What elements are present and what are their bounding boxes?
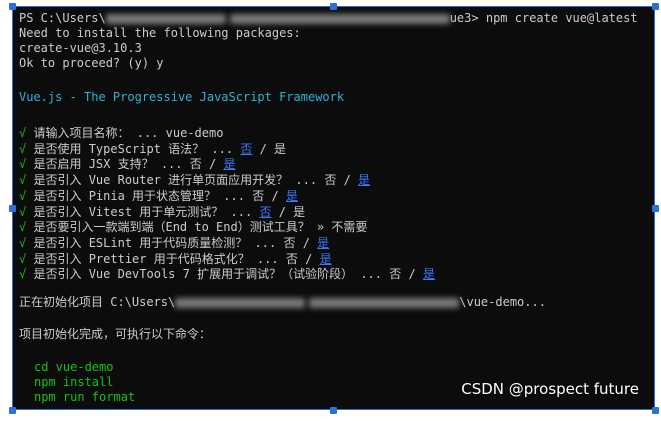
- output-line: Ok to proceed? (y) y: [19, 56, 164, 70]
- question-label: 是否引入 Vue DevTools 7 扩展用于调试？（试验阶段）: [33, 267, 354, 282]
- question-label: 是否引入 ESLint 用于代码质量检测？: [33, 235, 248, 250]
- question-dots: ...: [295, 173, 318, 188]
- init-line: 正在初始化项目 C:\Users\ \vue-demo...: [19, 295, 546, 310]
- resize-handle[interactable]: [9, 205, 16, 212]
- option-yes: 是: [293, 204, 306, 219]
- option-separator: /: [209, 157, 217, 172]
- check-icon: √: [19, 173, 27, 188]
- option-no: 否: [189, 157, 202, 172]
- prompt-text: PS C:\Users\: [19, 11, 106, 25]
- question-dots: ...: [256, 251, 279, 266]
- resize-handle[interactable]: [652, 407, 659, 414]
- option-no: 否: [283, 235, 296, 250]
- question-dots: ...: [254, 235, 277, 250]
- question-line: √ 是否引入 Vue DevTools 7 扩展用于调试？（试验阶段） ... …: [19, 267, 435, 282]
- question-answer: vue-demo: [165, 126, 224, 140]
- option-separator: /: [343, 173, 351, 188]
- question-label: 是否引入 Vitest 用于单元测试？: [33, 204, 224, 219]
- command-text: npm create vue@latest: [485, 11, 638, 25]
- check-icon: √: [19, 126, 27, 140]
- option-separator: /: [305, 251, 313, 266]
- option-no: 否: [324, 173, 337, 188]
- question-dots: ...: [211, 141, 234, 156]
- question-dots: ...: [136, 126, 159, 140]
- resize-handle[interactable]: [652, 205, 659, 212]
- option-separator: /: [408, 267, 416, 282]
- question-label: 是否引入 Pinia 用于状态管理？: [33, 188, 217, 203]
- resize-handle[interactable]: [330, 3, 337, 10]
- redacted-path: [105, 13, 226, 24]
- question-line: √ 是否引入 Vitest 用于单元测试？ ... 否 / 是: [19, 205, 305, 220]
- redacted-path: [229, 13, 450, 24]
- check-icon: √: [19, 251, 27, 266]
- vue-banner: Vue.js - The Progressive JavaScript Fram…: [19, 90, 345, 104]
- option-yes: 是: [317, 235, 330, 250]
- question-label: 是否引入 Prettier 用于代码格式化？: [33, 251, 250, 266]
- question-line: √ 请输入项目名称： ... vue-demo: [19, 126, 223, 141]
- option-no: 否: [252, 188, 265, 203]
- init-prefix: 正在初始化项目 C:\Users\: [19, 295, 176, 309]
- question-label: 是否使用 TypeScript 语法？: [33, 141, 205, 156]
- redacted-path: [175, 297, 306, 308]
- prompt-line: PS C:\Users\ ue3> npm create vue@latest: [19, 11, 638, 26]
- option-yes: 是: [285, 188, 298, 203]
- option-no: 否: [259, 204, 272, 219]
- resize-handle[interactable]: [652, 3, 659, 10]
- option-separator: /: [302, 235, 310, 250]
- done-line: 项目初始化完成，可执行以下命令：: [19, 327, 212, 341]
- question-line: √ 是否要引入一款端到端（End to End）测试工具？ » 不需要: [19, 220, 367, 235]
- option-yes: 是: [422, 267, 435, 282]
- resize-handle[interactable]: [330, 407, 337, 414]
- option-yes: 是: [358, 173, 371, 188]
- question-line: √ 是否引入 Prettier 用于代码格式化？ ... 否 / 是: [19, 252, 332, 267]
- question-label: 是否要引入一款端到端（End to End）测试工具？: [33, 220, 310, 235]
- check-icon: √: [19, 157, 27, 172]
- option-yes: 是: [223, 157, 236, 172]
- question-line: √ 是否启用 JSX 支持？ ... 否 / 是: [19, 157, 235, 172]
- prompt-tail: ue3>: [449, 11, 479, 25]
- option-separator: /: [271, 188, 279, 203]
- option-yes: 是: [319, 251, 332, 266]
- check-icon: √: [19, 188, 27, 203]
- question-answer: 不需要: [331, 220, 368, 235]
- question-line: √ 是否使用 TypeScript 语法？ ... 否 / 是: [19, 142, 286, 157]
- output-line: Need to install the following packages:: [19, 26, 301, 40]
- question-label: 请输入项目名称：: [33, 126, 130, 140]
- resize-handle[interactable]: [9, 407, 16, 414]
- csdn-watermark: CSDN @prospect future: [461, 380, 639, 398]
- check-icon: √: [19, 235, 27, 250]
- option-no: 否: [389, 267, 402, 282]
- redacted-path: [309, 297, 460, 308]
- check-icon: √: [19, 220, 27, 235]
- question-dots: ...: [160, 157, 183, 172]
- option-yes: 是: [274, 141, 287, 156]
- option-no: 否: [240, 141, 253, 156]
- command-cd: cd vue-demo: [34, 360, 114, 374]
- output-line: create-vue@3.10.3: [19, 41, 142, 55]
- question-dots: ...: [223, 188, 245, 203]
- question-label: 是否启用 JSX 支持？: [33, 157, 154, 172]
- resize-handle[interactable]: [9, 3, 16, 10]
- check-icon: √: [19, 267, 27, 282]
- command-install: npm install: [34, 375, 114, 389]
- question-line: √ 是否引入 ESLint 用于代码质量检测？ ... 否 / 是: [19, 236, 329, 251]
- question-dots: ...: [360, 267, 382, 282]
- option-separator: /: [259, 141, 267, 156]
- question-line: √ 是否引入 Pinia 用于状态管理？ ... 否 / 是: [19, 189, 298, 204]
- question-dots: »: [316, 220, 325, 235]
- terminal-window[interactable]: PS C:\Users\ ue3> npm create vue@latest N…: [12, 6, 655, 410]
- check-icon: √: [19, 141, 27, 156]
- check-icon: √: [19, 204, 27, 219]
- init-suffix: \vue-demo...: [459, 295, 546, 309]
- question-line: √ 是否引入 Vue Router 进行单页面应用开发？ ... 否 / 是: [19, 173, 370, 188]
- question-dots: ...: [230, 204, 253, 219]
- option-no: 否: [285, 251, 298, 266]
- option-separator: /: [278, 204, 286, 219]
- question-label: 是否引入 Vue Router 进行单页面应用开发？: [33, 173, 289, 188]
- command-format: npm run format: [34, 390, 136, 404]
